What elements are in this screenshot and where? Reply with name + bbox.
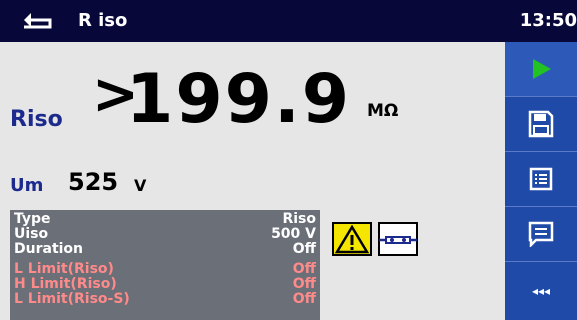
result-unit: MΩ (367, 101, 399, 121)
param-key: L Limit(Riso-S) (14, 291, 130, 307)
more-options-button[interactable]: ◂◂◂ (505, 262, 577, 320)
um-label: Um (10, 175, 44, 196)
memory-list-button[interactable] (505, 152, 577, 207)
result-label: Riso (10, 107, 63, 132)
side-menu: ◂◂◂ (505, 42, 577, 320)
top-bar: R iso 13:50 (0, 0, 577, 42)
param-row-type[interactable]: Type Riso (10, 212, 320, 227)
param-value: Off (292, 276, 316, 292)
param-row-l-limit-riso[interactable]: L Limit(Riso) Off (10, 262, 320, 277)
more-options-label: ◂◂◂ (531, 284, 551, 298)
param-key: H Limit(Riso) (14, 276, 117, 292)
warning-icon (332, 222, 372, 256)
parameter-panel[interactable]: Type Riso Uiso 500 V Duration Off L Limi… (10, 210, 320, 320)
back-arrow-icon[interactable] (22, 8, 52, 30)
param-value: Off (292, 241, 316, 257)
list-icon (529, 167, 553, 191)
comment-icon (528, 221, 554, 247)
comment-button[interactable] (505, 207, 577, 262)
floppy-disk-icon (528, 110, 554, 138)
um-value: 525 (68, 168, 119, 196)
param-row-h-limit-riso[interactable]: H Limit(Riso) Off (10, 277, 320, 292)
param-row-l-limit-riso-s[interactable]: L Limit(Riso-S) Off (10, 292, 320, 307)
measurement-panel: Riso > 199.9 MΩ Um 525 V Type Riso Uiso … (0, 42, 505, 320)
param-key: Type (14, 211, 51, 227)
param-value: Riso (282, 211, 316, 227)
param-key: Duration (14, 241, 84, 257)
param-key: L Limit(Riso) (14, 261, 114, 277)
page-title: R iso (78, 10, 128, 31)
connection-icon (378, 222, 418, 256)
result-value: 199.9 (126, 60, 352, 139)
param-value: 500 V (271, 226, 316, 242)
start-test-button[interactable] (505, 42, 577, 97)
param-row-duration[interactable]: Duration Off (10, 242, 320, 257)
param-value: Off (292, 261, 316, 277)
param-value: Off (292, 291, 316, 307)
save-button[interactable] (505, 97, 577, 152)
clock: 13:50 (519, 10, 577, 31)
play-icon (533, 59, 551, 79)
param-key: Uiso (14, 226, 49, 242)
um-unit: V (134, 176, 147, 195)
param-row-uiso[interactable]: Uiso 500 V (10, 227, 320, 242)
